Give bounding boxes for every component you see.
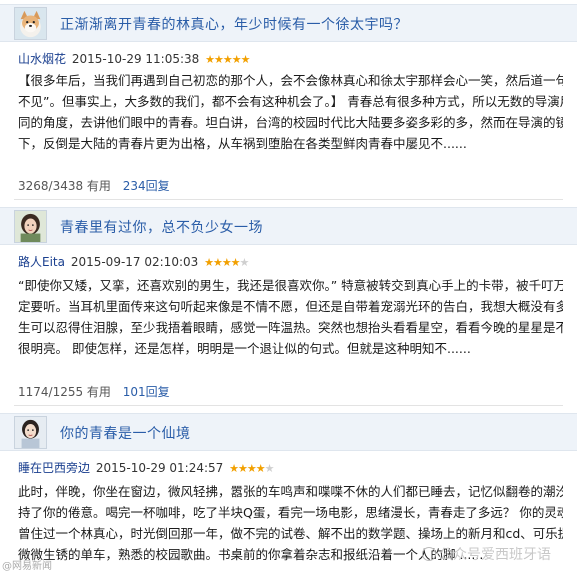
review-title[interactable]: 正渐渐离开青春的林真心，年少时候有一个徐太宇吗？	[60, 14, 408, 34]
username-link[interactable]: 路人Eita	[18, 255, 65, 269]
divider	[14, 199, 563, 200]
watermark-right-text: 公众号爱西班牙语	[439, 547, 551, 563]
review-meta: 山水烟花 2015-10-29 11:05:38 ★★★★★	[18, 50, 250, 67]
wechat-icon	[422, 547, 436, 561]
rating-stars: ★★★★★	[229, 462, 274, 475]
rating-stars: ★★★★★	[204, 256, 249, 269]
username-link[interactable]: 山水烟花	[18, 52, 66, 66]
review-body-line: “即使你又矮，又挛，还喜欢别的男生，我还是很喜欢你。” 特意被转交到真心手上的卡…	[18, 278, 563, 293]
review-body: “即使你又矮，又挛，还喜欢别的男生，我还是很喜欢你。” 特意被转交到真心手上的卡…	[18, 275, 563, 359]
review-date: 2015-10-29 01:24:57	[95, 461, 224, 475]
review-body: 【很多年后，当我们再遇到自己初恋的那个人，会不会像林真心和徐太宇那样会心一笑，然…	[18, 70, 563, 154]
review-stats: 1174/1255 有用 101回复	[18, 383, 170, 400]
review-body-line: 曾住过一个林真心，时光倒回那一年，做不完的试卷、解不出的数学题、操场上的新月和c…	[18, 526, 563, 541]
useful-count[interactable]: 3268/3438 有用	[18, 179, 111, 193]
review-title[interactable]: 你的青春是一个仙境	[60, 423, 191, 443]
dog-avatar-icon[interactable]	[14, 7, 47, 40]
review-meta: 路人Eita 2015-09-17 02:10:03 ★★★★★	[18, 253, 249, 270]
divider	[14, 405, 563, 406]
review-body-line: 下，反倒是大陆的青春片更为出格，从车祸到堕胎在各类型鲜肉青春中屡见不......	[18, 136, 467, 151]
review-date: 2015-09-17 02:10:03	[70, 255, 199, 269]
girl-avatar-icon[interactable]	[14, 210, 47, 243]
review-body-line: 定要听。当耳机里面传来这句听起来像是不情不愿，但还是自带着宠溺光环的告白，我想大…	[18, 299, 563, 314]
review-card: 青春里有过你，总不负少女一场 路人Eita 2015-09-17 02:10:0…	[0, 203, 577, 404]
woman-avatar-icon[interactable]	[14, 416, 47, 449]
watermark-left: @网易新闻	[2, 561, 52, 572]
review-header: 你的青春是一个仙境	[0, 413, 577, 451]
review-header: 正渐渐离开青春的林真心，年少时候有一个徐太宇吗？	[0, 4, 577, 42]
review-body-line: 同的角度，去讲他们眼中的青春。坦白讲，台湾的校园时代比大陆要多姿多彩的多，然而在…	[18, 115, 563, 130]
watermark-right: 公众号爱西班牙语	[422, 544, 551, 564]
review-meta: 睡在巴西旁边 2015-10-29 01:24:57 ★★★★★	[18, 459, 274, 476]
review-title[interactable]: 青春里有过你，总不负少女一场	[60, 217, 263, 237]
review-body-line: 持了你的倦意。喝完一杯咖啡，吃了半块Q蛋，看完一场电影，思绪漫长，青春走了多远？…	[18, 505, 563, 520]
review-header: 青春里有过你，总不负少女一场	[0, 207, 577, 245]
review-body-line: 此时，伴晚，你坐在窗边，微风轻拂，嚣张的车鸣声和喋喋不休的人们都已睡去，记忆似翻…	[18, 484, 563, 499]
review-card: 正渐渐离开青春的林真心，年少时候有一个徐太宇吗？ 山水烟花 2015-10-29…	[0, 0, 577, 198]
review-body-line: 生可以忍得住泪腺，至少我捂着眼睛，感觉一阵温热。突然也想抬头看看星空，看看今晚的…	[18, 320, 563, 335]
review-stats: 3268/3438 有用 234回复	[18, 177, 170, 194]
replies-link[interactable]: 101回复	[123, 385, 170, 399]
review-body-line: 不见”。但事实上，大多数的我们，都不会有这种机会了。】 青春总有很多种方式，所以…	[18, 94, 563, 109]
username-link[interactable]: 睡在巴西旁边	[18, 461, 90, 475]
rating-stars: ★★★★★	[205, 53, 250, 66]
review-body-line: 很明亮。 即使怎样，还是怎样，明明是一个退让似的句式。但就是这种明知不.....…	[18, 341, 471, 356]
review-date: 2015-10-29 11:05:38	[71, 52, 200, 66]
replies-link[interactable]: 234回复	[123, 179, 170, 193]
review-body-line: 【很多年后，当我们再遇到自己初恋的那个人，会不会像林真心和徐太宇那样会心一笑，然…	[18, 73, 563, 88]
useful-count[interactable]: 1174/1255 有用	[18, 385, 111, 399]
